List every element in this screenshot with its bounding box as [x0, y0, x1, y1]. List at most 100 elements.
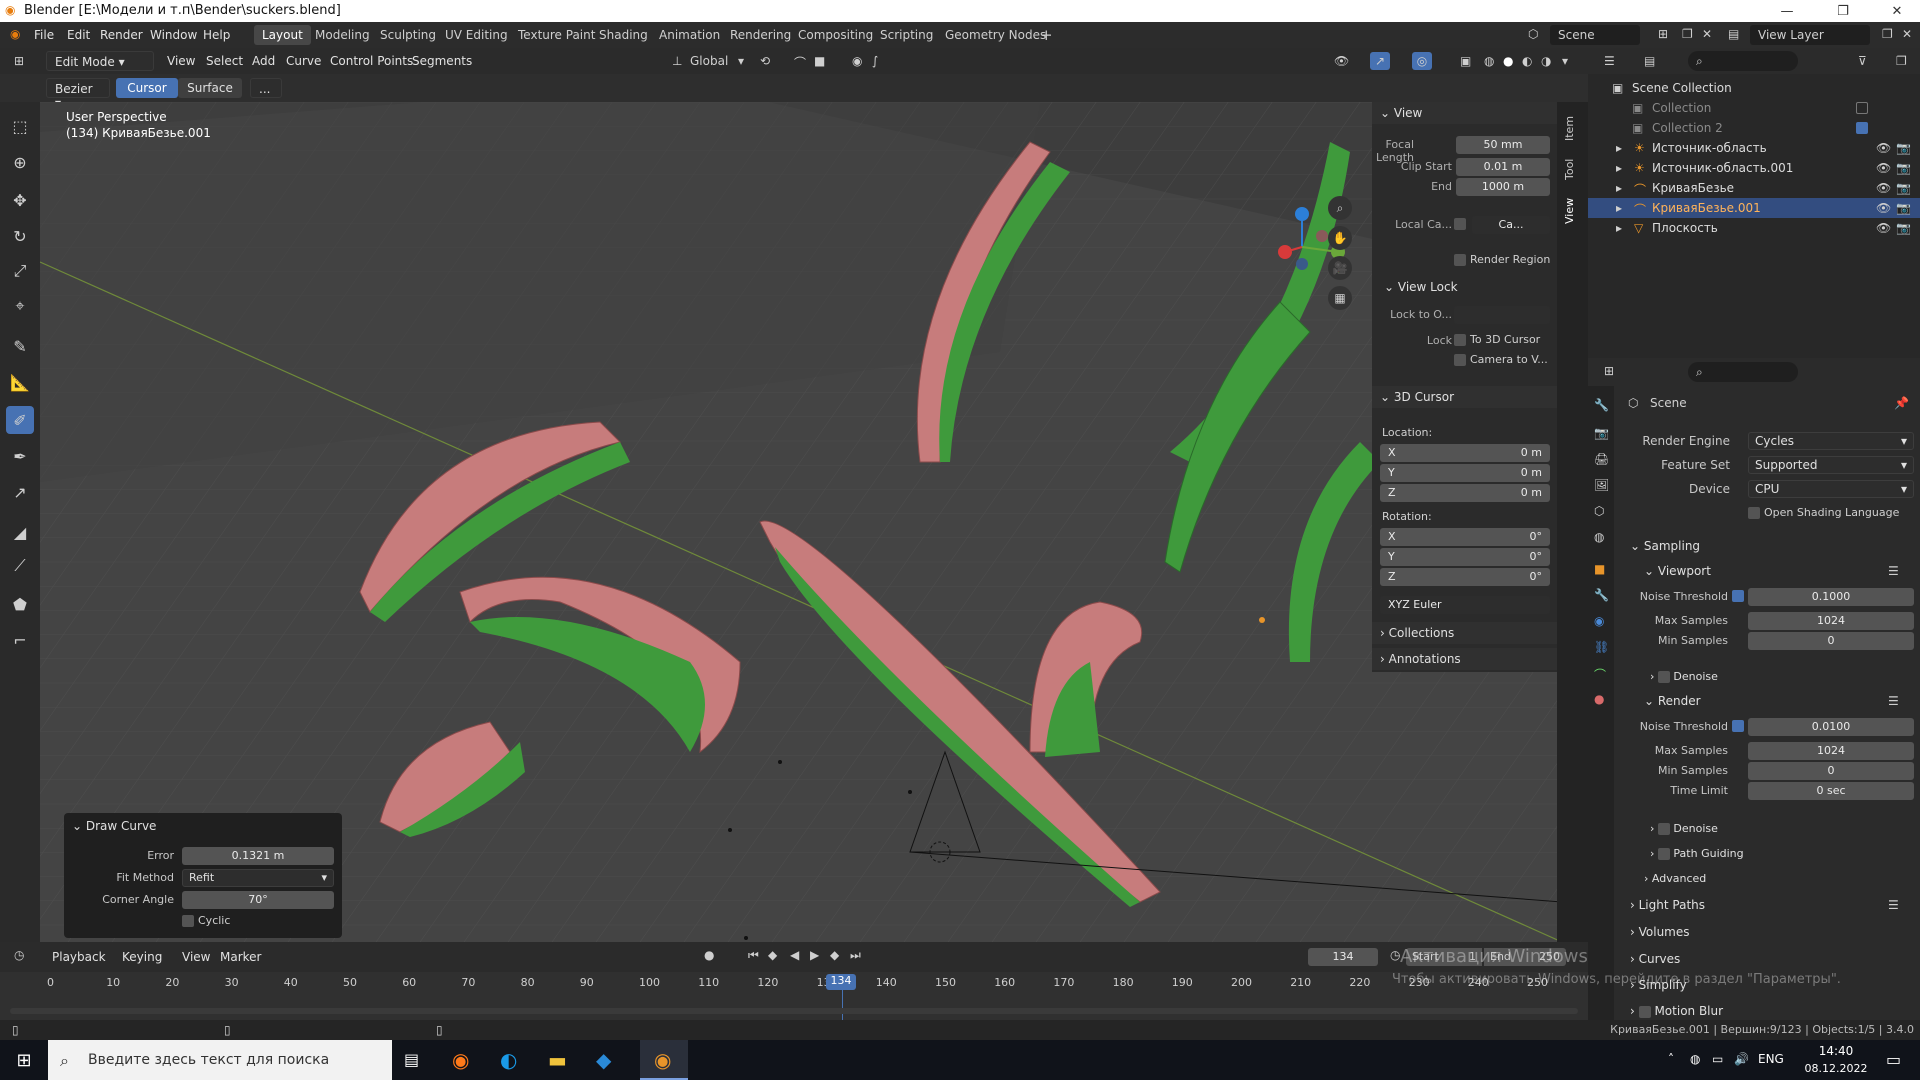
close-icon[interactable]: ✕	[1874, 0, 1920, 22]
outliner-row-collection-2[interactable]: ▣ Collection 2	[1588, 118, 1920, 138]
scene-icon[interactable]: ⬡	[1528, 27, 1538, 41]
tab-uv-editing[interactable]: UV Editing	[437, 25, 516, 45]
camera-render-icon[interactable]: 📷	[1896, 141, 1911, 155]
depth-surface-button[interactable]: Surface	[178, 78, 242, 98]
play-reverse-icon[interactable]: ◀	[790, 948, 799, 962]
blender-taskbar-button[interactable]: ◉	[640, 1040, 688, 1080]
firefox-icon[interactable]: ◉	[452, 1048, 469, 1072]
visibility-icon[interactable]: 👁	[1334, 54, 1349, 68]
blender-menu-icon[interactable]: ◉	[10, 27, 20, 41]
render-region-checkbox[interactable]	[1454, 254, 1466, 266]
material-tab-icon[interactable]: ●	[1594, 692, 1604, 706]
store-icon[interactable]: ◆	[596, 1048, 611, 1072]
outliner-search-input[interactable]: ⌕	[1688, 51, 1798, 71]
cursor-rotation-y[interactable]: Y 0°	[1380, 548, 1550, 566]
depth-cursor-button[interactable]: Cursor	[116, 78, 178, 98]
tray-chevron-icon[interactable]: ˄	[1668, 1052, 1674, 1066]
menu-marker[interactable]: Marker	[220, 950, 261, 964]
menu-help[interactable]: Help	[203, 28, 230, 42]
menu-render[interactable]: Render	[100, 28, 143, 42]
cyclic-checkbox[interactable]	[182, 915, 194, 927]
shear-tool-icon[interactable]: ⌐	[6, 626, 34, 654]
clock-time[interactable]: 14:40	[1806, 1044, 1866, 1058]
move-tool-icon[interactable]: ✥	[6, 186, 34, 214]
cursor-location-z[interactable]: Z 0 m	[1380, 484, 1550, 502]
taskbar-search-input[interactable]: ⌕ Введите здесь текст для поиска	[48, 1040, 392, 1080]
sampling-header[interactable]: ⌄ Sampling	[1630, 539, 1700, 553]
tab-layout[interactable]: Layout	[254, 25, 311, 45]
collections-header[interactable]: › Collections	[1372, 622, 1557, 644]
gizmo-toggle-icon[interactable]: ↗	[1370, 52, 1390, 70]
device-dropdown[interactable]: CPU ▾	[1748, 480, 1914, 498]
render-tab-icon[interactable]: 📷	[1594, 426, 1609, 440]
world-tab-icon[interactable]: ◍	[1594, 530, 1604, 544]
delete-view-layer-icon[interactable]: ✕	[1902, 27, 1912, 41]
draw-curve-tool-icon[interactable]: ✐	[6, 406, 34, 434]
r-max-samples-field[interactable]: 1024	[1748, 742, 1914, 760]
expand-arrow-icon[interactable]: ▸	[1616, 221, 1622, 235]
minimize-icon[interactable]: —	[1764, 0, 1810, 22]
physics-tab-icon[interactable]: ◉	[1594, 614, 1604, 628]
advanced-header[interactable]: › Advanced	[1644, 872, 1706, 885]
eye-icon[interactable]: 👁	[1876, 221, 1891, 235]
material-shading-icon[interactable]: ◐	[1522, 54, 1532, 68]
clip-end-field[interactable]: 1000 m	[1456, 178, 1550, 196]
pivot-icon[interactable]: ⟲	[760, 54, 770, 68]
falloff-icon[interactable]: ∫	[872, 54, 878, 68]
maximize-icon[interactable]: ❐	[1820, 0, 1866, 22]
task-view-icon[interactable]: ▤	[404, 1050, 419, 1069]
jump-end-icon[interactable]: ⏭	[850, 948, 861, 963]
vp-denoise-header[interactable]: › Denoise	[1650, 670, 1718, 683]
cursor-rotation-z[interactable]: Z 0°	[1380, 568, 1550, 586]
draw-curve-header[interactable]: ⌄ Draw Curve	[72, 819, 156, 833]
menu-add[interactable]: Add	[252, 54, 275, 68]
filter-icon[interactable]: ⊽	[1858, 54, 1867, 68]
path-guiding-checkbox[interactable]	[1657, 848, 1670, 860]
menu-segments[interactable]: Segments	[412, 54, 472, 68]
expand-arrow-icon[interactable]: ▸	[1616, 161, 1622, 175]
exclude-checkbox[interactable]	[1856, 122, 1868, 134]
overlay-toggle-icon[interactable]: ◎	[1412, 52, 1432, 70]
record-icon[interactable]: ●	[704, 948, 714, 962]
menu-file[interactable]: File	[34, 28, 54, 42]
presets-list-icon[interactable]: ☰	[1888, 898, 1899, 912]
presets-list-icon[interactable]: ☰	[1888, 694, 1899, 708]
menu-view[interactable]: View	[167, 54, 195, 68]
lock-3d-cursor-checkbox[interactable]	[1454, 334, 1466, 346]
outliner-row-curve-1[interactable]: ▸ ⌒ КриваяБезье 👁 📷	[1588, 178, 1920, 198]
timeline-scrollbar[interactable]	[10, 1008, 1578, 1014]
cursor-location-x[interactable]: X 0 m	[1380, 444, 1550, 462]
modifier-tab-icon[interactable]: 🔧	[1594, 588, 1609, 602]
tab-item[interactable]: Item	[1563, 108, 1581, 148]
more-options-dropdown[interactable]: ...	[250, 78, 282, 98]
display-mode-icon[interactable]: ▤	[1644, 54, 1655, 68]
view-layer-tab-icon[interactable]: 🖼	[1594, 478, 1609, 492]
mode-dropdown[interactable]: Edit Mode ▾	[46, 51, 154, 71]
play-icon[interactable]: ▶	[810, 948, 819, 962]
chevron-down-icon[interactable]: ▾	[738, 54, 744, 68]
camera-render-icon[interactable]: 📷	[1896, 161, 1911, 175]
outliner-row-light-2[interactable]: ▸ ☀ Источник-область.001 👁 📷	[1588, 158, 1920, 178]
properties-search-input[interactable]: ⌕	[1688, 362, 1798, 382]
scale-tool-icon[interactable]: ⤢	[6, 257, 34, 285]
time-limit-field[interactable]: 0 sec	[1748, 782, 1914, 800]
local-camera-checkbox[interactable]	[1454, 218, 1466, 230]
tray-app-icon[interactable]: ◍	[1690, 1052, 1700, 1066]
camera-render-icon[interactable]: 📷	[1896, 201, 1911, 215]
cursor-tool-icon[interactable]: ⊕	[6, 148, 34, 176]
file-explorer-icon[interactable]: ▬	[548, 1048, 567, 1072]
timeline-editor-icon[interactable]: ◷	[14, 948, 24, 962]
orientation-dropdown[interactable]: Global	[690, 54, 728, 68]
r-noise-field[interactable]: 0.0100	[1748, 718, 1914, 736]
network-icon[interactable]: ▭	[1712, 1052, 1723, 1066]
vp-max-samples-field[interactable]: 1024	[1748, 612, 1914, 630]
lock-to-object-field[interactable]	[1454, 306, 1550, 324]
wireframe-shading-icon[interactable]: ◍	[1484, 54, 1494, 68]
r-denoise-header[interactable]: › Denoise	[1650, 822, 1718, 835]
tab-scripting[interactable]: Scripting	[872, 25, 941, 45]
pin-icon[interactable]: 📌	[1894, 396, 1909, 410]
pin-icon[interactable]: ⊞	[1658, 27, 1668, 41]
output-tab-icon[interactable]: 🖨	[1594, 452, 1609, 466]
viewport-sampling-header[interactable]: ⌄ Viewport	[1644, 564, 1711, 578]
volumes-header[interactable]: › Volumes	[1630, 925, 1690, 939]
